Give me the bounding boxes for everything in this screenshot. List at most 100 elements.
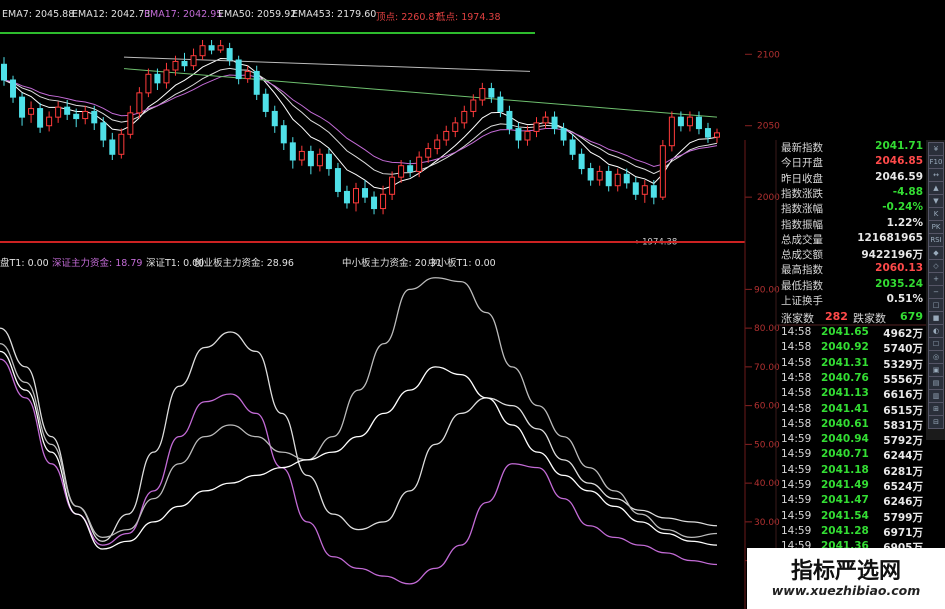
toolbar-icon[interactable]: ▤ xyxy=(928,376,944,390)
indicator-series-line xyxy=(0,350,718,550)
candle-body xyxy=(425,148,432,158)
candle-body xyxy=(217,45,224,51)
toolbar-icon[interactable]: ☐ xyxy=(928,337,944,351)
info-row: 昨日收盘 2046.59 xyxy=(777,171,925,185)
breadth-row: 涨家数 282 跌家数 679 xyxy=(777,310,925,325)
toolbar-icon[interactable]: F10 xyxy=(928,155,944,169)
candle-body xyxy=(488,88,495,98)
ema-legend-item: 低点: 1974.38 xyxy=(436,12,501,23)
candle-body xyxy=(271,110,278,127)
tick-price: 2040.61 xyxy=(821,417,869,430)
candle-body xyxy=(587,168,594,181)
candle-body xyxy=(55,106,62,118)
candle-body xyxy=(181,60,188,67)
info-row: 指数振幅 1.22% xyxy=(777,217,925,231)
ema-legend-item: EMA50: 2059.92 xyxy=(218,9,297,20)
candle-body xyxy=(19,96,26,118)
toolbar-icon[interactable]: ▲ xyxy=(928,181,944,195)
tick-row: 14:59 2041.28 6971万 xyxy=(777,525,925,539)
candle-body xyxy=(253,70,260,95)
tick-price: 2040.76 xyxy=(821,371,869,384)
toolbar-icon[interactable]: ◇ xyxy=(928,259,944,273)
candle-body xyxy=(1,63,7,81)
tick-row: 14:58 2040.92 5740万 xyxy=(777,341,925,355)
toolbar-icon[interactable]: ▥ xyxy=(928,389,944,403)
info-value: 1.22% xyxy=(886,216,923,229)
candle-body xyxy=(407,165,414,172)
tick-volume: 6515万 xyxy=(883,404,923,417)
toolbar-icon[interactable]: + xyxy=(928,272,944,286)
toolbar-icon[interactable]: ◆ xyxy=(928,246,944,260)
candle-body xyxy=(677,116,684,127)
tick-price: 2041.65 xyxy=(821,326,869,338)
candle-body xyxy=(443,130,450,141)
watermark-title: 指标严选网 xyxy=(790,559,901,584)
candle-body xyxy=(569,139,576,155)
tick-time: 14:58 xyxy=(781,356,812,369)
info-value: -4.88 xyxy=(892,185,923,198)
toolbar-icon[interactable]: ■ xyxy=(928,311,944,325)
ema-legend-bar: EMA7: 2045.88 EMA12: 2042.73 EMA17: 2042.9… xyxy=(0,0,535,26)
toolbar-icon[interactable]: ¥ xyxy=(928,142,944,156)
tick-volume: 5799万 xyxy=(883,511,923,524)
info-label: 指数涨幅 xyxy=(781,203,823,216)
candle-body xyxy=(82,110,89,120)
tick-volume: 6524万 xyxy=(883,481,923,493)
candle-body xyxy=(208,45,215,51)
tick-time: 14:58 xyxy=(781,326,812,338)
down-count-value: 679 xyxy=(900,310,923,323)
info-label: 最低指数 xyxy=(781,279,823,292)
tick-row: 14:58 2040.61 5831万 xyxy=(777,418,925,432)
info-row: 上证换手 0.51% xyxy=(777,293,925,307)
tick-volume: 6244万 xyxy=(883,450,923,463)
down-count-label: 跌家数 xyxy=(853,312,886,325)
tick-price: 2040.94 xyxy=(821,433,869,446)
tick-row: 14:58 2040.76 5556万 xyxy=(777,372,925,386)
candle-body xyxy=(695,116,702,130)
candle-body xyxy=(352,188,359,204)
toolbar-icon[interactable]: ⊟ xyxy=(928,415,944,429)
candle-body xyxy=(398,165,405,178)
toolbar-icon[interactable]: K xyxy=(928,207,944,221)
candle-body xyxy=(479,88,486,101)
candle-body xyxy=(145,73,152,94)
tick-volume: 6616万 xyxy=(883,389,923,402)
candle-body xyxy=(416,156,423,172)
candle-body xyxy=(389,176,396,195)
toolbar-icon[interactable]: ▣ xyxy=(928,363,944,377)
toolbar-icon[interactable]: □ xyxy=(928,298,944,312)
candle-body xyxy=(235,59,242,80)
candle-body xyxy=(668,116,675,147)
toolbar-icon[interactable]: − xyxy=(928,285,944,299)
toolbar-icon[interactable]: ↔ xyxy=(928,168,944,182)
tick-volume: 5740万 xyxy=(883,343,923,356)
candle-body xyxy=(190,55,197,67)
candle-body xyxy=(641,185,648,195)
tick-time: 14:59 xyxy=(781,494,812,507)
indicator-series-line xyxy=(0,327,718,542)
tick-volume: 5831万 xyxy=(883,419,923,432)
toolbar-icon[interactable]: ◎ xyxy=(928,350,944,364)
toolbar-icon[interactable]: ⊞ xyxy=(928,402,944,416)
tick-row: 14:59 2041.49 6524万 xyxy=(777,479,925,493)
info-label: 昨日收盘 xyxy=(781,172,823,185)
tick-volume: 6246万 xyxy=(883,496,923,509)
candle-body xyxy=(343,190,350,204)
toolbar-icon[interactable]: ◐ xyxy=(928,324,944,338)
info-label: 最高指数 xyxy=(781,264,823,277)
info-value: 2060.13 xyxy=(875,262,923,275)
info-row: 总成交额 9422196万 xyxy=(777,247,925,261)
candle-body xyxy=(73,113,80,120)
indicator-chart: 20.0030.0040.0050.0060.0070.0080.0090.00 xyxy=(0,277,780,585)
info-value: 2046.85 xyxy=(875,155,923,168)
toolbar-icon[interactable]: RSI xyxy=(928,233,944,247)
info-value: 2041.71 xyxy=(875,140,923,152)
candle-body xyxy=(46,116,53,127)
watermark-url: www.xuezhibiao.com xyxy=(771,583,921,598)
toolbar-icon[interactable]: ▼ xyxy=(928,194,944,208)
candle-body xyxy=(714,132,720,138)
tick-volume: 6281万 xyxy=(883,465,923,478)
tick-price: 2041.54 xyxy=(821,509,869,522)
candle-body xyxy=(515,128,522,141)
toolbar-icon[interactable]: PK xyxy=(928,220,944,234)
